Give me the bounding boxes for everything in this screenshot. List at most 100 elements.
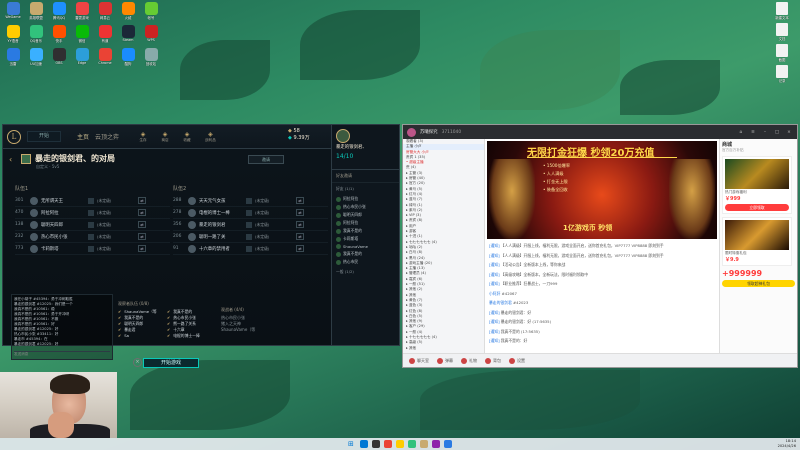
desktop-shortcut[interactable]: 雷霆游戏 (71, 2, 93, 24)
claim-button[interactable]: 立即领取 (725, 204, 789, 211)
message-author[interactable]: [通知] (489, 329, 501, 334)
bottom-tab[interactable]: 弹幕 (437, 357, 453, 364)
desktop-shortcut[interactable]: 腾讯QQ (48, 2, 70, 24)
friend-item[interactable]: 卡莉斯塔 (332, 235, 399, 243)
player-row[interactable]: 206 聪明一路了关 (未定级) ⇄ (173, 231, 328, 243)
desktop-shortcut[interactable]: QQ音乐 (25, 25, 47, 47)
desktop-shortcut[interactable]: 网易云 (94, 2, 116, 24)
friend-item[interactable]: 我真不是的 (332, 250, 399, 258)
desktop-shortcut[interactable]: 酷狗 (117, 48, 139, 70)
taskbar-app-icon[interactable] (372, 440, 380, 448)
avatar[interactable] (336, 129, 350, 143)
nav-clash[interactable]: 云顶之弈 (95, 132, 119, 141)
message-author[interactable]: [通知] (489, 272, 501, 277)
player-row[interactable]: 138 聪明天四郎 (未定级) ⇄ (15, 219, 170, 231)
player-row[interactable]: 301 无所谓天王 (未定级) ⇄ (15, 195, 170, 207)
bottom-tab[interactable]: 背包 (485, 357, 501, 364)
swap-icon[interactable]: ⇄ (296, 197, 304, 204)
message-author[interactable]: [通知] (489, 253, 501, 258)
close-icon[interactable]: × (133, 358, 142, 367)
friend-item[interactable]: 阿拉阿拉 (332, 219, 399, 227)
ad-banner[interactable]: 无限打金狂爆 秒领20万充值 • 1500倍爆率 • 人人满级 • 打金无上限 … (487, 141, 717, 239)
taskbar-app-icon[interactable] (396, 440, 404, 448)
desktop-shortcut[interactable]: Steam (117, 25, 139, 47)
shop-card[interactable]: 热门游戏福利 ￥999 立即领取 (722, 156, 792, 214)
swap-icon[interactable]: ⇄ (138, 209, 146, 216)
friend-item[interactable]: 我真不是的 (332, 227, 399, 235)
message-author[interactable]: [通知] (489, 243, 501, 248)
friend-requests-header[interactable]: 好友邀请 (332, 170, 399, 183)
message-author[interactable]: [通知] (489, 319, 501, 324)
desktop-shortcut[interactable]: 火绒 (117, 2, 139, 24)
taskbar-app-icon[interactable] (420, 440, 428, 448)
desktop-shortcut[interactable]: WeGame (2, 2, 24, 24)
desktop-shortcut[interactable]: 迅雷 (2, 48, 24, 70)
desktop-shortcut[interactable]: Edge (71, 48, 93, 70)
audience-group[interactable]: ▸ 其他 (403, 346, 484, 351)
message-author[interactable]: [通知] (489, 262, 501, 267)
streamer-avatar[interactable] (407, 127, 416, 137)
desktop-file[interactable]: 新建文本 (771, 2, 793, 20)
desktop-shortcut[interactable]: 有道 (94, 25, 116, 47)
message-author[interactable]: 暴走的银剑君 (489, 300, 513, 305)
home-icon[interactable]: ⌂ (737, 130, 745, 135)
taskbar-app-icon[interactable] (360, 440, 368, 448)
maximize-icon[interactable]: □ (773, 130, 781, 135)
friend-item[interactable]: 热心市民 (332, 258, 399, 266)
friend-item[interactable]: 热心市民小张 (332, 203, 399, 211)
start-game-button[interactable]: 开始游戏 (143, 358, 199, 368)
spectator-row[interactable]: ✔ Sa ✔ 电棍的博士一棒 (118, 333, 213, 339)
taskbar-app-icon[interactable] (444, 440, 452, 448)
play-button[interactable]: 开始 (27, 131, 61, 142)
friend-group-1[interactable]: 好友 (1/1) (332, 183, 399, 195)
swap-icon[interactable]: ⇄ (138, 233, 146, 240)
message-author[interactable]: [通知] (489, 310, 501, 315)
desktop-shortcut[interactable]: 帐号 (140, 2, 162, 24)
player-row[interactable]: 278 电棍的博士一棒 (未定级) ⇄ (173, 207, 328, 219)
player-row[interactable]: 356 暴走的银剑君 (未定级) ⇄ (173, 219, 328, 231)
taskbar-app-icon[interactable] (408, 440, 416, 448)
close-icon[interactable]: × (785, 130, 793, 135)
bottom-tab[interactable]: 设置 (509, 357, 525, 364)
message-author[interactable]: 小阿肝 (489, 291, 502, 296)
desktop-shortcut[interactable]: Chrome (94, 48, 116, 70)
lol-logo-icon[interactable]: L (7, 129, 21, 144)
taskbar-app-icon[interactable] (432, 440, 440, 448)
desktop-shortcut[interactable]: OBS (48, 48, 70, 70)
shop-card[interactable]: 限时特惠礼包 ￥9.9 (722, 217, 792, 266)
back-icon[interactable]: ‹ (9, 155, 12, 164)
chat-input[interactable]: 发送消息 (14, 351, 110, 357)
swap-icon[interactable]: ⇄ (296, 209, 304, 216)
player-row[interactable]: 91 十六章的禁用者 (未定级) ⇄ (173, 243, 328, 255)
nav-icon-item[interactable]: ◈ 生存 (139, 131, 147, 143)
desktop-shortcut[interactable]: WPS (140, 25, 162, 47)
nav-home[interactable]: 主页 (77, 132, 89, 141)
swap-icon[interactable]: ⇄ (138, 221, 146, 228)
clock-date[interactable]: 2024/4/26 (778, 444, 796, 449)
friend-item[interactable]: 聪明天四郎 (332, 211, 399, 219)
taskbar-app-icon[interactable] (384, 440, 392, 448)
friend-group-2[interactable]: 一般 (1/2) (332, 266, 399, 278)
message-author[interactable]: [通知] (489, 281, 501, 286)
swap-icon[interactable]: ⇄ (138, 197, 146, 204)
start-icon[interactable]: ⊞ (348, 440, 356, 448)
desktop-shortcut[interactable]: UU加速 (25, 48, 47, 70)
player-row[interactable]: 232 热心市民小张 (未定级) ⇄ (15, 231, 170, 243)
minimize-icon[interactable]: – (761, 130, 769, 135)
swap-icon[interactable]: ⇄ (296, 245, 304, 252)
desktop-file[interactable]: 记录 (771, 65, 793, 83)
player-row[interactable]: 288 天天元气女孩 (未定级) ⇄ (173, 195, 328, 207)
message-author[interactable]: [通知] (489, 338, 501, 343)
friend-item[interactable]: 阿拉阿拉 (332, 195, 399, 203)
buy-button[interactable]: 领取超神礼包 (722, 280, 795, 287)
swap-icon[interactable]: ⇄ (296, 221, 304, 228)
swap-icon[interactable]: ⇄ (296, 233, 304, 240)
friend-item[interactable]: ShaunaVame (332, 243, 399, 250)
desktop-file[interactable]: 文档 (771, 23, 793, 41)
nav-icon-item[interactable]: ◈ 收藏 (183, 131, 191, 143)
desktop-shortcut[interactable]: 英雄联盟 (25, 2, 47, 24)
player-row[interactable]: 470 阿拉阿拉 (未定级) ⇄ (15, 207, 170, 219)
invite-button[interactable]: 邀请 (248, 155, 284, 164)
menu-icon[interactable]: ≡ (749, 130, 757, 135)
nav-icon-item[interactable]: ◈ 商店 (161, 131, 169, 143)
